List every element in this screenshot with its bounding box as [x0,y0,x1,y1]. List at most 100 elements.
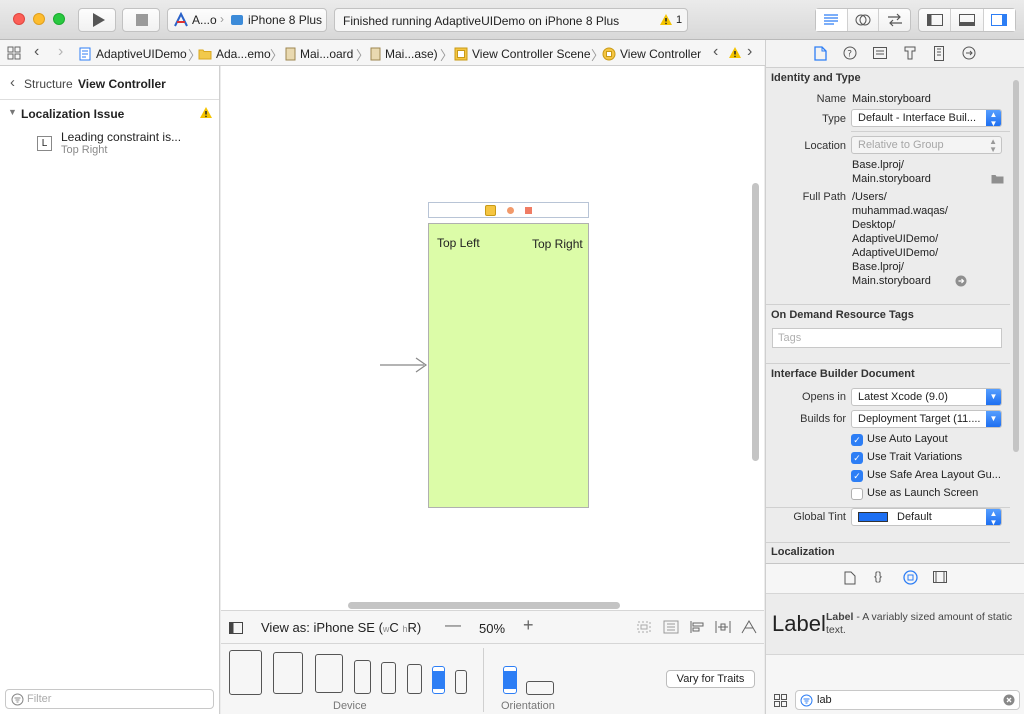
view-controller-icon[interactable] [485,205,496,216]
opens-in-popup[interactable]: Latest Xcode (9.0) ▼ [851,388,1002,406]
fullpath-line: Main.storyboard [852,275,931,287]
forward-arrow-icon[interactable]: › [58,43,63,61]
builds-for-value: Deployment Target (11.... [858,413,981,425]
connections-inspector-icon[interactable] [962,46,976,60]
inspector-scrollbar[interactable] [1013,80,1019,452]
use-as-launch-screen-checkbox[interactable]: Use as Launch Screen [851,487,1011,502]
clear-search-icon[interactable] [1003,694,1015,706]
crumb-scene[interactable]: View Controller Scene [454,46,591,62]
chevron-left-icon[interactable]: ‹ [10,74,15,91]
add-constraints-icon[interactable] [715,620,731,634]
device-iphone-x-button[interactable] [354,660,371,694]
size-inspector-icon[interactable] [934,46,944,61]
location-path-1: Base.lproj/ [852,159,904,171]
embed-in-stack-icon[interactable] [663,620,679,634]
disclosure-triangle-icon[interactable]: ▼ [8,107,17,117]
file-inspector-icon[interactable] [814,46,827,61]
location-label: Location [804,140,846,152]
storyboard-file-icon [285,47,296,61]
library-search-field[interactable]: lab [795,690,1020,710]
fullpath-line: AdaptiveUIDemo/ [852,247,939,259]
vertical-scrollbar[interactable] [752,183,759,461]
help-inspector-icon[interactable]: ? [843,46,857,60]
tags-field[interactable]: Tags [772,328,1002,348]
version-editor-button[interactable] [879,9,910,31]
zoom-window-button[interactable] [53,13,65,25]
builds-for-popup[interactable]: Deployment Target (11.... ▼ [851,410,1002,428]
warning-icon[interactable] [659,13,673,27]
zoom-out-icon[interactable]: — [445,617,461,635]
exit-icon[interactable] [525,207,532,214]
next-issue-icon[interactable]: › [747,43,752,61]
reveal-in-finder-icon[interactable] [955,275,967,287]
device-ipad-pro-12-button[interactable] [229,650,262,695]
file-template-icon[interactable] [844,571,856,585]
crumb-project[interactable]: AdaptiveUIDemo [79,46,187,62]
outline-toggle-icon[interactable] [229,622,243,634]
media-library-icon[interactable] [933,571,947,583]
location-path-2: Main.storyboard [852,173,931,185]
zoom-in-icon[interactable]: + [523,615,534,636]
identity-section-title: Identity and Type [771,72,861,84]
device-ipad-button[interactable] [315,654,343,693]
close-window-button[interactable] [13,13,25,25]
horizontal-scrollbar[interactable] [348,602,620,609]
view-controller-root-view[interactable]: Top Left Top Right [428,223,589,508]
top-left-label[interactable]: Top Left [437,236,480,250]
crumb-storyboard[interactable]: Mai...oard [285,46,353,62]
standard-editor-button[interactable] [816,9,848,31]
crumb-group[interactable]: Ada...emo [198,46,271,62]
device-iphone-se-button[interactable] [432,666,445,694]
use-trait-variations-checkbox[interactable]: ✓ Use Trait Variations [851,451,1011,466]
folder-icon[interactable] [991,174,1004,184]
update-frames-icon[interactable] [636,620,652,634]
utilities-toggle-button[interactable] [983,9,1015,31]
view-as-label[interactable]: View as: iPhone SE (wC hR) [261,620,421,635]
crumb-view-controller[interactable]: View Controller [602,46,701,62]
popup-arrows-icon: ▲ ▼ [989,137,997,154]
assistant-editor-button[interactable] [848,9,880,31]
navigator-toggle-button[interactable] [919,9,952,31]
outline-filter-field[interactable]: Filter [5,689,214,709]
grid-view-icon[interactable] [774,694,787,707]
scene-dock[interactable] [428,202,589,218]
global-tint-popup[interactable]: Default ▲ ▼ [851,508,1002,526]
back-arrow-icon[interactable]: ‹ [34,43,39,61]
device-iphone-8-button[interactable] [407,664,422,694]
warning-icon[interactable] [728,46,742,60]
related-items-icon[interactable] [7,46,21,60]
orientation-portrait-button[interactable] [503,666,517,694]
first-responder-icon[interactable] [507,207,514,214]
previous-issue-icon[interactable]: ‹ [713,43,718,61]
code-snippet-icon[interactable]: {} [874,569,882,583]
crumb-base-storyboard[interactable]: Mai...ase) [370,46,438,62]
structure-back-link[interactable]: Structure [24,77,73,91]
object-library-icon[interactable] [903,570,918,585]
entry-point-arrow[interactable] [378,357,430,373]
orientation-landscape-button[interactable] [526,681,554,695]
top-right-label[interactable]: Top Right [532,237,583,251]
device-ipad-pro-10-button[interactable] [273,652,303,694]
attributes-inspector-icon[interactable] [903,46,917,60]
use-safe-area-checkbox[interactable]: ✓ Use Safe Area Layout Gu... [851,469,1011,484]
orientation-caption: Orientation [501,700,555,712]
location-popup[interactable]: Relative to Group ▲ ▼ [851,136,1002,154]
device-iphone-8-plus-button[interactable] [381,662,396,694]
chevron-down-icon: ▼ [986,389,1001,405]
vary-for-traits-button[interactable]: Vary for Traits [666,670,755,688]
stop-button[interactable] [122,8,160,32]
device-iphone-4s-button[interactable] [455,670,467,694]
issue-group-row[interactable]: ▼ Localization Issue [0,104,219,124]
identity-inspector-icon[interactable] [873,47,887,59]
scheme-selector[interactable]: A...o › iPhone 8 Plus [167,8,327,32]
issue-row[interactable]: L Leading constraint is... Top Right [0,127,219,159]
debug-toggle-button[interactable] [951,9,984,31]
storyboard-canvas[interactable]: Top Left Top Right [221,66,764,610]
resolve-issues-icon[interactable] [741,620,757,634]
type-popup[interactable]: Default - Interface Buil... ▲ ▼ [851,109,1002,127]
use-auto-layout-checkbox[interactable]: ✓ Use Auto Layout [851,433,1011,448]
library-item-label[interactable]: Label Label - A variably sized amount of… [766,593,1024,655]
run-button[interactable] [78,8,116,32]
align-icon[interactable] [689,620,705,634]
minimize-window-button[interactable] [33,13,45,25]
